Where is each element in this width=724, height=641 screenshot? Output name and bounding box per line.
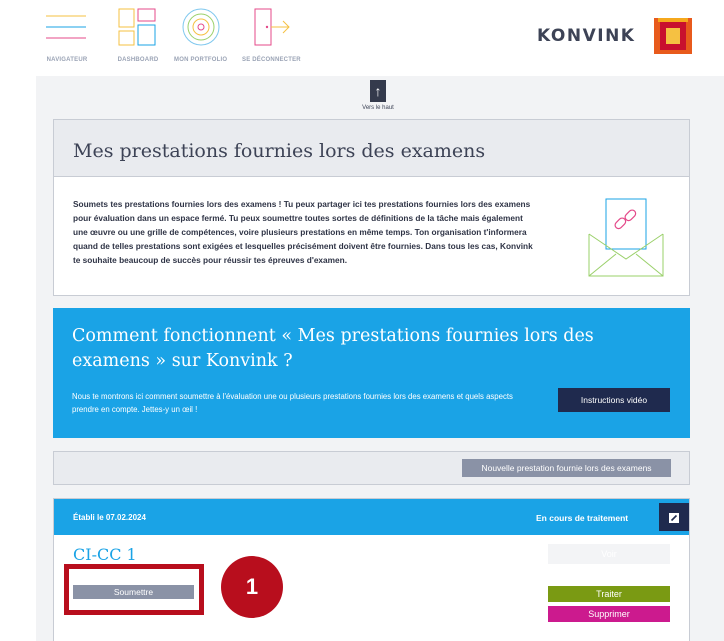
intro-header: Mes prestations fournies lors des examen… [53,119,690,177]
envelope-link-icon [588,198,664,277]
delete-button[interactable]: Supprimer [548,606,670,622]
card-header: Établi le 07.02.2024 En cours de traitem… [54,499,689,535]
logout-icon [254,8,291,46]
scroll-top-label: Vers le haut [362,105,394,111]
nav-logout[interactable]: SE DÉCONNECTER [242,6,301,63]
card-date: Établi le 07.02.2024 [73,513,146,522]
brand-logo-text: KONVINK [537,26,636,46]
edit-button[interactable] [659,503,689,531]
scroll-top-button[interactable]: ↑ [370,80,386,102]
nav-dashboard-label: DASHBOARD [117,57,159,63]
nav-navigator-label: NAVIGATEUR [46,57,88,63]
status-badge: En cours de traitement [536,513,629,523]
pencil-icon [669,512,679,523]
process-button[interactable]: Traiter [548,586,670,602]
top-navigation: NAVIGATEUR DASHBOARD MON PORTFOLIO SE DÉ… [0,0,724,76]
howto-text: Nous te montrons ici comment soumettre à… [72,392,513,414]
highlight-box [64,564,204,615]
intro-body: Soumets tes prestations fournies lors de… [53,177,690,296]
nav-portfolio[interactable]: MON PORTFOLIO [174,6,227,63]
howto-title: Comment fonctionnent « Mes prestations f… [72,326,594,371]
howto-panel: Comment fonctionnent « Mes prestations f… [53,308,690,438]
new-exam-submission-button[interactable]: Nouvelle prestation fournie lors des exa… [462,459,671,477]
nav-portfolio-label: MON PORTFOLIO [174,57,228,63]
nav-navigator[interactable]: NAVIGATEUR [44,6,90,63]
portfolio-icon [182,8,220,46]
step-number-badge: 1 [221,556,283,618]
arrow-up-icon: ↑ [374,83,382,99]
dashboard-icon [118,8,156,46]
hamburger-icon [46,15,86,39]
card-title[interactable]: CI-CC 1 [73,545,137,564]
nav-logout-label: SE DÉCONNECTER [242,57,301,63]
brand-logo-mark [654,18,692,54]
intro-text: Soumets tes prestations fournies lors de… [73,199,533,265]
nav-dashboard[interactable]: DASHBOARD [116,6,160,63]
view-button[interactable]: Voir [548,544,670,564]
actions-bar: Nouvelle prestation fournie lors des exa… [53,451,690,485]
page-title: Mes prestations fournies lors des examen… [73,140,486,162]
video-instructions-button[interactable]: Instructions vidéo [558,388,670,412]
